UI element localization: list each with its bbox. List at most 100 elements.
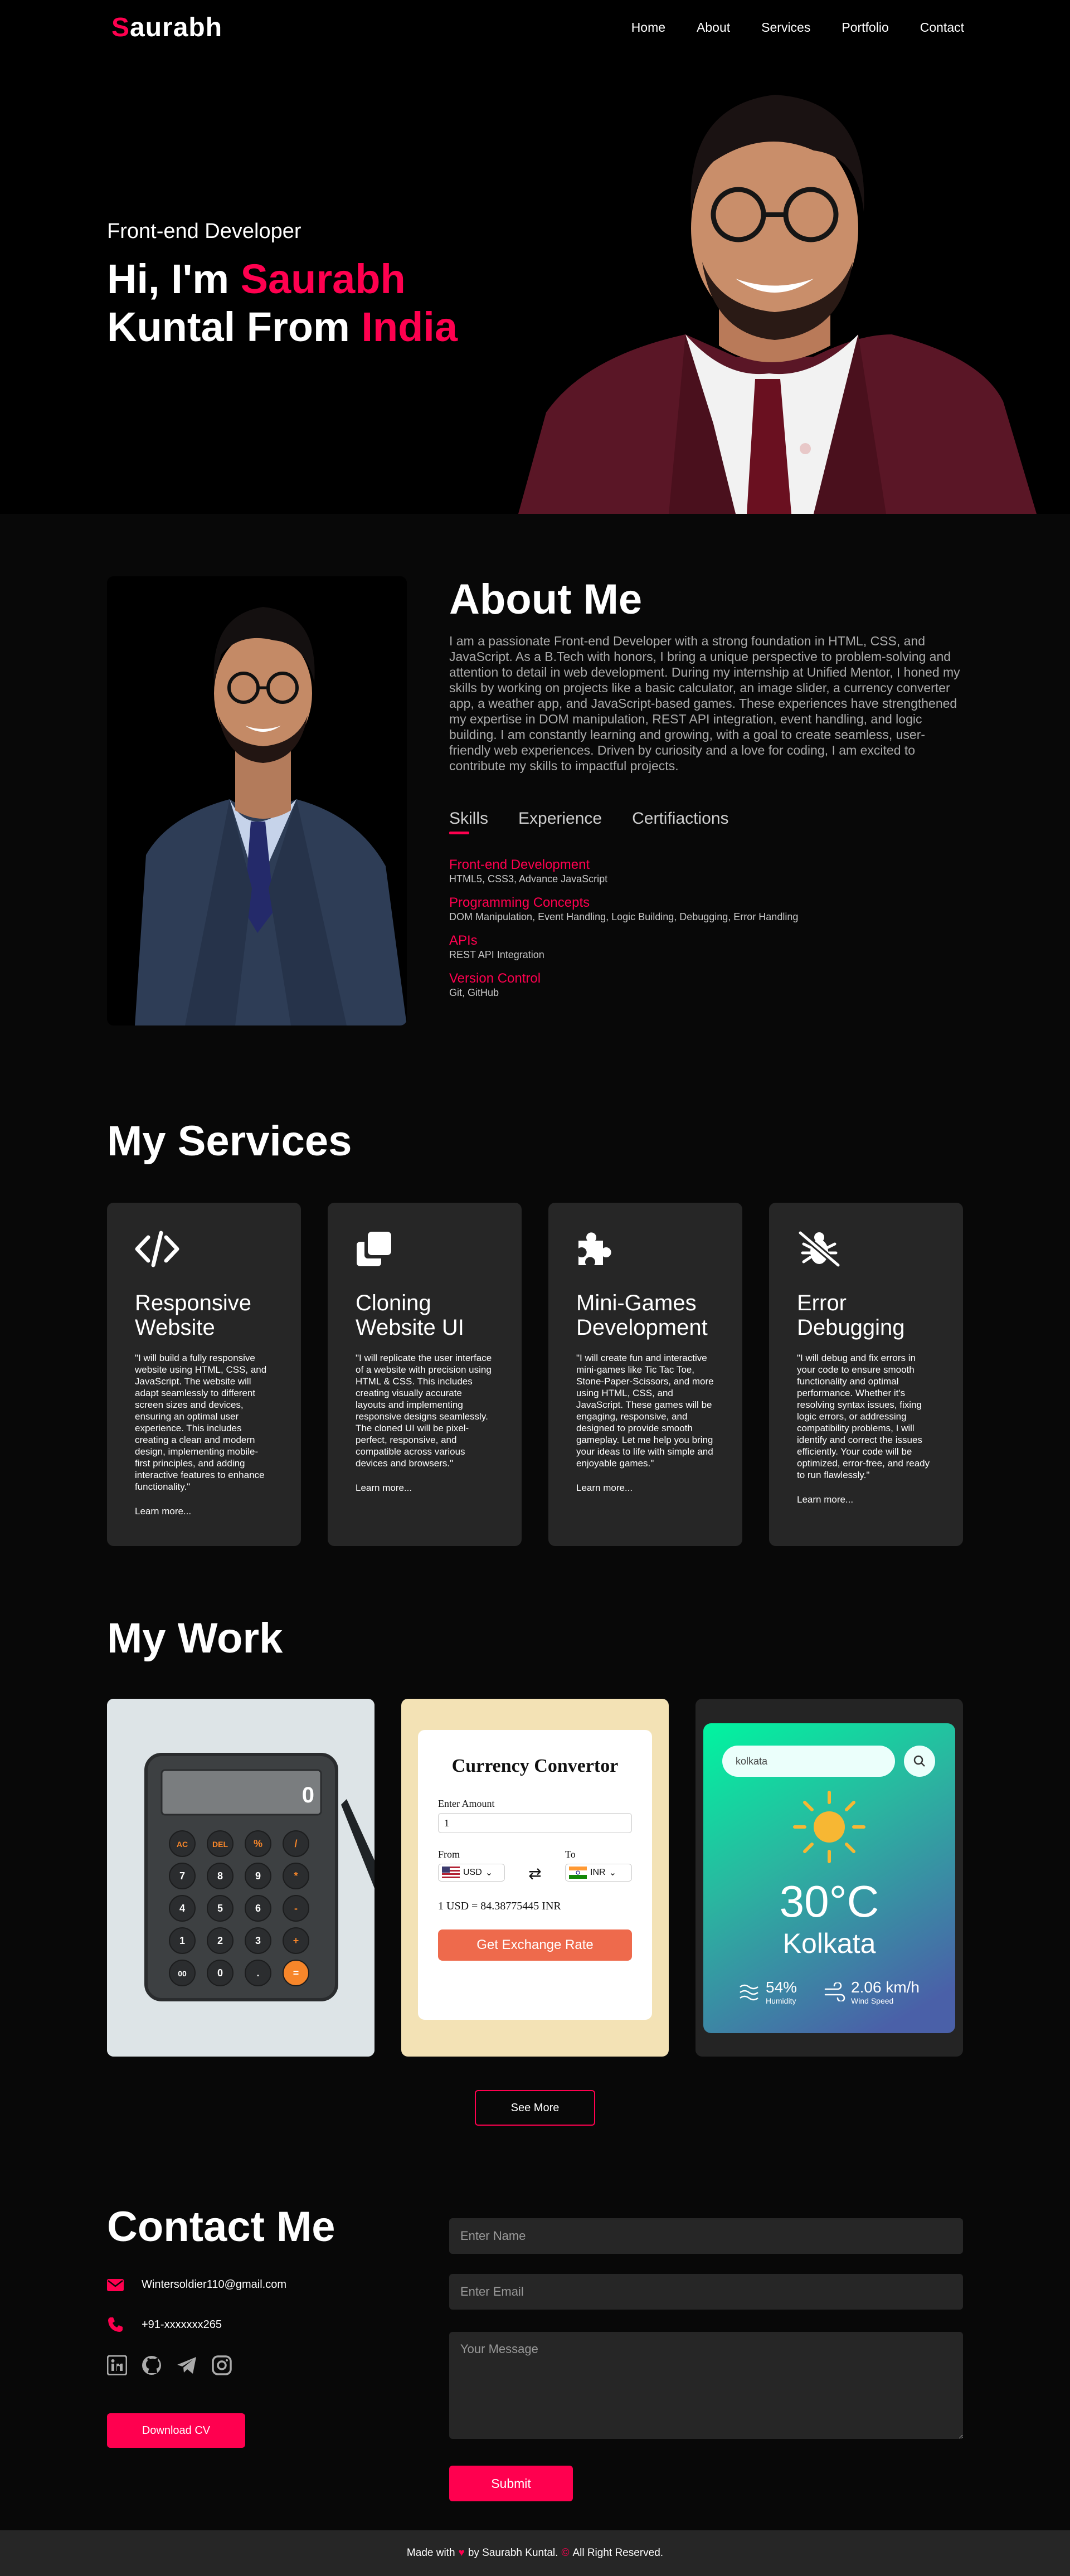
- envelope-icon: [107, 2278, 124, 2291]
- tab-skills[interactable]: Skills: [449, 809, 488, 828]
- learn-more-link[interactable]: Learn more...: [135, 1506, 191, 1517]
- amount-input[interactable]: 1: [438, 1813, 632, 1833]
- nav-about[interactable]: About: [697, 20, 730, 35]
- service-title: Responsive Website: [135, 1291, 252, 1340]
- calculator-key-label: AC: [177, 1840, 188, 1849]
- bug-slash-icon: [798, 1231, 840, 1267]
- wind-label: Wind Speed: [851, 1996, 894, 2005]
- clone-icon: [357, 1232, 391, 1266]
- calculator-key-label: 3: [255, 1935, 261, 1946]
- download-cv-button[interactable]: Download CV: [107, 2413, 245, 2448]
- amount-label: Enter Amount: [438, 1798, 495, 1809]
- calculator-key-label: 6: [255, 1903, 261, 1914]
- github-icon[interactable]: [142, 2355, 162, 2375]
- footer: Made with ♥ by Saurabh Kuntal. © All Rig…: [0, 2530, 1070, 2576]
- name-field[interactable]: [449, 2218, 963, 2254]
- from-currency-select[interactable]: USD ⌄: [438, 1864, 505, 1882]
- tab-certifications[interactable]: Certifiactions: [632, 809, 728, 828]
- work-item-weather[interactable]: kolkata 30°C Kolkata 54% Humidity 2.06 km…: [696, 1699, 963, 2057]
- service-card: Error Debugging "I will debug and fix er…: [769, 1203, 963, 1546]
- weather-search-input[interactable]: kolkata: [722, 1746, 895, 1777]
- nav-home[interactable]: Home: [631, 20, 665, 35]
- phone-icon: [108, 2317, 123, 2332]
- us-flag-icon: [442, 1867, 460, 1879]
- chevron-down-icon: ⌄: [485, 1868, 493, 1878]
- india-flag-icon: [569, 1867, 587, 1879]
- calculator-key-label: /: [294, 1838, 297, 1849]
- calculator-key-label: 9: [255, 1870, 261, 1882]
- skill-item: Version Control Git, GitHub: [449, 971, 541, 998]
- skills-list: Front-end Development HTML5, CSS3, Advanc…: [449, 857, 951, 1009]
- work-item-calculator[interactable]: 0 AC DEL%/7 8 9 * 4 5 6-1 2 3 +00 0. =: [107, 1699, 374, 2057]
- city-name: Kolkata: [782, 1928, 876, 1959]
- message-field[interactable]: [449, 2332, 963, 2439]
- calculator-key-label: 4: [179, 1903, 185, 1914]
- contact-email: Wintersoldier110@gmail.com: [107, 2278, 286, 2291]
- temperature: 30°C: [779, 1877, 879, 1926]
- service-text: "I will build a fully responsive website…: [135, 1353, 267, 1492]
- hero-title: Hi, I'm Saurabh Kuntal From India: [107, 256, 458, 350]
- calculator-key-label: 8: [217, 1870, 223, 1882]
- copyright-icon: ©: [561, 2547, 570, 2559]
- about-tabs: Skills Experience Certifiactions: [449, 809, 729, 828]
- heart-icon: ♥: [458, 2547, 465, 2559]
- service-card: Cloning Website UI "I will replicate the…: [328, 1203, 522, 1546]
- calculator-key-label: .: [256, 1967, 259, 1979]
- calculator-key-label: 5: [217, 1903, 223, 1914]
- linkedin-icon[interactable]: [107, 2355, 127, 2375]
- hero-portrait-image: [518, 95, 1037, 514]
- wind-value: 2.06 km/h: [851, 1979, 920, 1996]
- learn-more-link[interactable]: Learn more...: [356, 1483, 412, 1494]
- nav-services[interactable]: Services: [761, 20, 810, 35]
- email-field[interactable]: [449, 2274, 963, 2310]
- skill-item: Programming Concepts DOM Manipulation, Ev…: [449, 895, 799, 922]
- humidity-label: Humidity: [766, 1996, 796, 2005]
- hero-subtitle: Front-end Developer: [107, 220, 301, 243]
- tab-experience[interactable]: Experience: [518, 809, 602, 828]
- hero-section: Saurabh Home About Services Portfolio Co…: [0, 0, 1070, 514]
- swap-icon[interactable]: ⇄: [528, 1864, 541, 1883]
- learn-more-link[interactable]: Learn more...: [576, 1483, 633, 1494]
- get-exchange-rate-button[interactable]: Get Exchange Rate: [438, 1929, 632, 1961]
- work-item-currency[interactable]: Currency Convertor Enter Amount 1 From U…: [401, 1699, 669, 2057]
- about-portrait-image: [107, 576, 407, 1025]
- service-title: Cloning Website UI: [356, 1291, 464, 1340]
- humidity-icon: [740, 1984, 758, 2001]
- nav-contact[interactable]: Contact: [920, 20, 964, 35]
- telegram-icon[interactable]: [176, 2355, 197, 2375]
- calculator-key-label: +: [293, 1935, 299, 1946]
- skill-item: APIs REST API Integration: [449, 933, 544, 960]
- social-links: [107, 2355, 232, 2375]
- currency-title: Currency Convertor: [451, 1756, 619, 1776]
- search-icon: [913, 1755, 925, 1767]
- instagram-icon[interactable]: [212, 2355, 232, 2375]
- site-logo[interactable]: Saurabh: [111, 12, 222, 43]
- weather-card: kolkata 30°C Kolkata 54% Humidity 2.06 km…: [703, 1723, 955, 2033]
- chevron-down-icon: ⌄: [609, 1868, 616, 1878]
- service-text: "I will debug and fix errors in your cod…: [797, 1353, 930, 1480]
- calculator-display: 0: [302, 1783, 314, 1807]
- sun-icon: [793, 1791, 865, 1863]
- service-title: Error Debugging: [797, 1291, 905, 1340]
- work-title: My Work: [107, 1615, 283, 1662]
- calculator-key-label: 0: [217, 1967, 223, 1979]
- calculator-key-label: %: [254, 1838, 262, 1849]
- about-description: I am a passionate Front-end Developer wi…: [449, 634, 960, 773]
- nav-portfolio[interactable]: Portfolio: [842, 20, 888, 35]
- puzzle-icon: [578, 1232, 611, 1265]
- submit-button[interactable]: Submit: [449, 2466, 573, 2501]
- calculator-key-label: DEL: [212, 1840, 228, 1849]
- search-button[interactable]: [904, 1746, 935, 1777]
- calculator-screenshot: 0 AC DEL%/7 8 9 *4 5 6 -1 2 3 +00 0. =: [107, 1699, 374, 2057]
- exchange-rate-text: 1 USD = 84.38775445 INR: [438, 1900, 561, 1912]
- to-currency-select[interactable]: INR ⌄: [565, 1864, 632, 1882]
- wind-icon: [824, 1982, 845, 2001]
- service-card: Mini-Games Development "I will create fu…: [548, 1203, 742, 1546]
- see-more-button[interactable]: See More: [475, 2090, 595, 2126]
- skill-item: Front-end Development HTML5, CSS3, Advanc…: [449, 857, 608, 884]
- calculator-key-label: 2: [217, 1935, 223, 1946]
- calculator-key-label: *: [294, 1870, 298, 1882]
- learn-more-link[interactable]: Learn more...: [797, 1494, 853, 1505]
- calculator-key-label: 00: [178, 1969, 187, 1978]
- currency-card: Currency Convertor Enter Amount 1 From U…: [418, 1730, 652, 2020]
